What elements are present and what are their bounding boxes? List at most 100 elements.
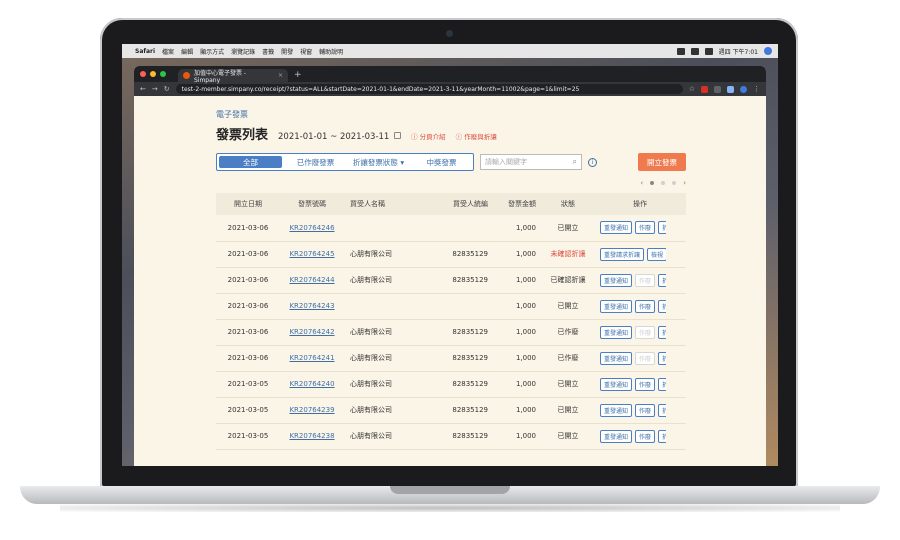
reload-icon[interactable]: ↻ [164,85,170,93]
menu-app-name[interactable]: Safari [135,48,155,55]
menu-history[interactable]: 瀏覽記錄 [231,47,255,56]
cell-tax-id [430,293,494,319]
resend-button[interactable]: 重發通知 [600,273,633,287]
menu-window[interactable]: 視窗 [300,47,312,56]
menu-develop[interactable]: 開發 [281,47,293,56]
resend-button[interactable]: 重發通知 [600,351,633,365]
void-button[interactable]: 作廢 [635,377,656,391]
resend-button[interactable]: 重發通知 [600,299,633,313]
table-row: 2021-03-06 KR20764243 1,000 已開立 重發通知作廢折讓 [216,293,686,319]
calendar-icon[interactable] [394,132,402,139]
void-button[interactable]: 作廢 [635,299,656,313]
bookmark-star-icon[interactable]: ☆ [689,85,695,93]
menu-help[interactable]: 輔助說明 [319,47,343,56]
void-allowance-link[interactable]: ⓘ 作廢與折讓 [456,131,497,141]
row-actions: 重發通知作廢折讓 [594,403,666,417]
date-range-picker[interactable]: 2021-01-01 ~ 2021-03-11 [278,132,402,142]
menu-bookmarks[interactable]: 書籤 [262,47,274,56]
status-icon[interactable] [676,47,685,55]
pager-dot[interactable] [661,181,666,185]
invoice-link[interactable]: KR20764243 [289,302,334,310]
invoice-link[interactable]: KR20764239 [289,406,334,414]
cell-date: 2021-03-06 [227,223,269,232]
cell-status: 已確認折讓 [550,276,586,284]
cell-date: 2021-03-05 [227,406,269,414]
cell-amount: 1,000 [515,302,536,310]
allowance-button[interactable]: 折讓 [658,221,666,235]
browser-tab-active[interactable]: 加值中心電子發票 - Simpany × [178,69,288,84]
menubar-status-area: 週四 下午7:01 [676,47,772,56]
url-text: test-2-member.simpany.co/receipt/?status… [181,85,580,93]
invoice-link[interactable]: KR20764246 [289,224,334,232]
url-field[interactable]: test-2-member.simpany.co/receipt/?status… [175,84,683,94]
allowance-button[interactable]: 折讓 [658,351,666,365]
info-icon[interactable]: i [588,157,597,167]
new-tab-icon[interactable]: + [294,68,302,82]
wifi-icon[interactable] [690,47,699,55]
resend-button[interactable]: 重發請求折讓 [600,247,645,261]
pager-dot[interactable] [650,181,655,185]
tab-allowance-status[interactable]: 折讓發票狀態 ▾ [347,154,410,170]
page-content: 電子發票 發票列表 2021-01-01 ~ 2021-03-11 ⓘ 分頁介紹… [216,96,686,450]
user-avatar-icon[interactable] [764,47,772,55]
extension-adblock-icon[interactable] [701,85,708,93]
resend-button[interactable]: 重發通知 [600,403,633,417]
void-button[interactable]: 作廢 [635,429,656,443]
menu-file[interactable]: 檔案 [162,47,174,56]
allowance-button[interactable]: 折讓 [658,273,666,287]
search-placeholder: 請輸入關鍵字 [485,158,527,166]
invoice-link[interactable]: KR20764238 [289,432,334,440]
search-input[interactable]: 請輸入關鍵字 ⌕ [480,154,582,170]
invoice-link[interactable]: KR20764240 [289,380,334,388]
prev-page-icon[interactable]: ‹ [640,179,643,187]
resend-button[interactable]: 重發通知 [600,221,633,235]
allowance-button[interactable]: 折讓 [658,429,666,443]
minimize-window-icon[interactable] [150,71,156,77]
close-window-icon[interactable] [140,71,146,77]
tab-all[interactable]: 全部 [219,156,282,168]
extension-puzzle-icon[interactable] [727,85,734,93]
search-icon[interactable]: ⌕ [573,157,577,167]
browser-menu-icon[interactable]: ⋮ [753,85,760,93]
resend-button[interactable]: 重發通知 [600,429,633,443]
table-header-row: 開立日期 發票號碼 買受人名稱 買受人統編 發票金額 狀態 操作 [216,193,686,215]
tab-winning[interactable]: 中獎發票 [410,154,473,170]
col-actions: 操作 [633,200,647,208]
maximize-window-icon[interactable] [160,71,166,77]
breadcrumb[interactable]: 電子發票 [216,109,686,120]
void-button: 作廢 [635,351,656,365]
void-button[interactable]: 檢視 [647,247,666,261]
menu-view[interactable]: 顯示方式 [200,47,224,56]
resend-button[interactable]: 重發通知 [600,325,633,339]
tab-voided[interactable]: 已作廢發票 [284,154,347,170]
close-tab-icon[interactable]: × [278,72,283,79]
tab-intro-link[interactable]: ⓘ 分頁介紹 [411,131,446,141]
issue-invoice-button[interactable]: 開立發票 [638,153,686,171]
invoice-link[interactable]: KR20764244 [289,276,334,284]
cell-buyer: 心朋有限公司 [350,354,392,362]
menu-edit[interactable]: 編輯 [181,47,193,56]
allowance-button[interactable]: 折讓 [658,377,666,391]
cell-invoice-no: KR20764239 [280,397,344,423]
void-button[interactable]: 作廢 [635,403,656,417]
pager-dot[interactable] [672,181,677,185]
void-button[interactable]: 作廢 [635,221,656,235]
resend-button[interactable]: 重發通知 [600,377,633,391]
invoice-link[interactable]: KR20764242 [289,328,334,336]
invoice-link[interactable]: KR20764241 [289,354,334,362]
cell-buyer: 心朋有限公司 [350,432,392,440]
allowance-button[interactable]: 折讓 [658,299,666,313]
forward-icon[interactable]: → [152,85,158,93]
next-page-icon[interactable]: › [683,179,686,187]
invoice-link[interactable]: KR20764245 [289,250,334,258]
back-icon[interactable]: ← [140,85,146,93]
row-actions: 重發通知作廢折讓 [594,273,666,287]
row-actions: 重發通知作廢折讓 [594,325,666,339]
menubar-clock[interactable]: 週四 下午7:01 [719,47,758,56]
allowance-button[interactable]: 折讓 [658,325,666,339]
profile-avatar-icon[interactable] [740,85,747,93]
cell-buyer [344,215,430,241]
battery-icon[interactable] [704,47,713,55]
allowance-button[interactable]: 折讓 [658,403,666,417]
extension-icon[interactable] [714,85,721,93]
